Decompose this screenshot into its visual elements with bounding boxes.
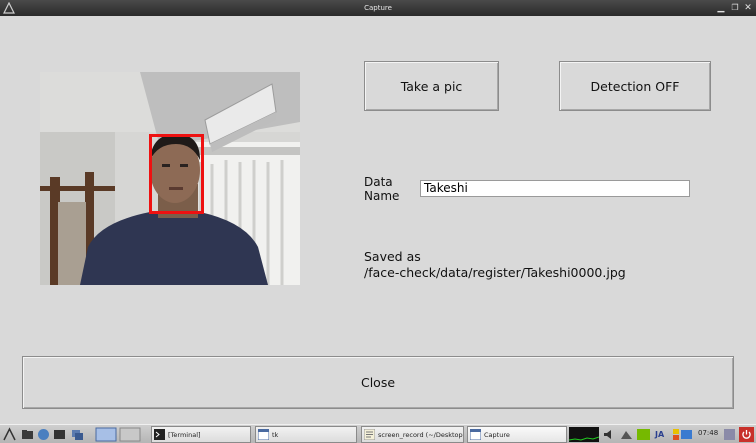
keyboard-layout-indicator[interactable]: JA — [655, 427, 670, 442]
app-icon[interactable] — [3, 2, 15, 14]
text-editor-icon — [364, 429, 375, 440]
minimize-icon[interactable]: ▁ — [715, 1, 727, 15]
taskbar-item-screen-record[interactable]: screen_record (~/Desktop) — [361, 426, 464, 443]
desktop-pager-2[interactable] — [119, 427, 141, 442]
notification-icons[interactable] — [672, 427, 694, 442]
taskbar-item-tk[interactable]: tk — [255, 426, 357, 443]
data-name-label-line1: Data — [364, 175, 393, 189]
network-icon[interactable] — [619, 427, 634, 442]
taskbar-item-label: Capture — [484, 430, 510, 439]
data-name-label: Data Name — [364, 175, 414, 203]
title-bar: Capture ▁ ❐ ✕ — [0, 0, 756, 16]
taskbar-item-capture[interactable]: Capture — [467, 426, 567, 443]
nvidia-icon[interactable] — [636, 427, 651, 442]
start-menu-icon[interactable] — [2, 427, 17, 442]
camera-preview — [40, 72, 300, 285]
volume-icon[interactable] — [602, 427, 617, 442]
data-name-label-line2: Name — [364, 189, 400, 203]
taskbar-item-label: [Terminal] — [168, 430, 201, 439]
face-detection-box — [149, 134, 204, 214]
taskbar-item-label: screen_record (~/Desktop) — [378, 430, 464, 439]
file-manager-icon[interactable] — [20, 427, 35, 442]
window-icon — [258, 429, 269, 440]
desktop-pager-1[interactable] — [95, 427, 117, 442]
maximize-icon[interactable]: ❐ — [729, 1, 741, 15]
close-window-icon[interactable]: ✕ — [742, 1, 754, 15]
taskbar: [Terminal] tk screen_record (~/Desktop) … — [0, 424, 756, 443]
saved-status-line1: Saved as — [364, 249, 421, 264]
window-icon — [470, 429, 481, 440]
cpu-monitor-icon — [569, 427, 599, 442]
taskbar-item-terminal[interactable]: [Terminal] — [151, 426, 251, 443]
close-button[interactable]: Close — [22, 356, 734, 409]
terminal-launcher-icon[interactable] — [52, 427, 67, 442]
terminal-icon — [154, 429, 165, 440]
take-pic-button[interactable]: Take a pic — [364, 61, 499, 111]
power-icon[interactable] — [739, 427, 754, 442]
capture-window: Take a pic Detection OFF Data Name Takes… — [0, 16, 756, 424]
browser-icon[interactable] — [36, 427, 51, 442]
screen: Capture ▁ ❐ ✕ Take a pic Detection OFF D… — [0, 0, 756, 443]
detection-toggle-button[interactable]: Detection OFF — [559, 61, 711, 111]
data-name-input[interactable]: Takeshi — [420, 180, 690, 197]
taskbar-item-label: tk — [272, 430, 279, 439]
user-icon[interactable] — [722, 427, 737, 442]
clock[interactable]: 07:48 — [698, 429, 718, 437]
window-title: Capture — [364, 4, 392, 12]
saved-status: Saved as /face-check/data/register/Takes… — [364, 249, 626, 281]
saved-path: /face-check/data/register/Takeshi0000.jp… — [364, 265, 626, 280]
windows-switch-icon[interactable] — [70, 427, 85, 442]
